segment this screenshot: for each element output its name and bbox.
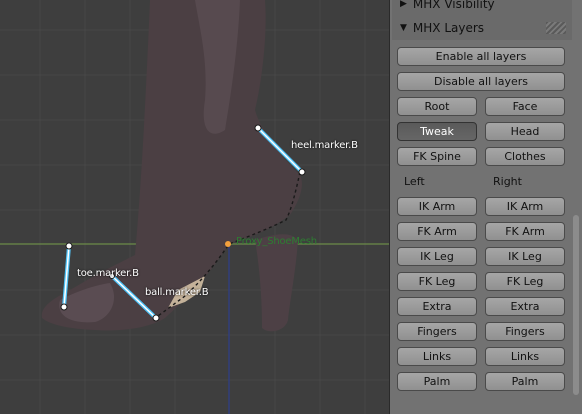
left-extra-button[interactable]: Extra	[397, 297, 477, 316]
heel-marker-label: heel.marker.B	[291, 140, 358, 151]
origin-dot	[225, 241, 231, 247]
left-links-button[interactable]: Links	[397, 347, 477, 366]
right-links-button[interactable]: Links	[485, 347, 565, 366]
properties-panel: ▶ MHX Visibility ▼ MHX Layers Enable all…	[389, 0, 582, 414]
left-ik-leg-button[interactable]: IK Leg	[397, 247, 477, 266]
heel-shape	[255, 234, 298, 332]
layer-root-button[interactable]: Root	[397, 97, 477, 116]
mesh-label: Proxy_ShoeMesh	[236, 236, 317, 247]
left-fk-leg-button[interactable]: FK Leg	[397, 272, 477, 291]
layer-face-button[interactable]: Face	[485, 97, 565, 116]
left-ik-arm-button[interactable]: IK Arm	[397, 197, 477, 216]
disable-all-layers-button[interactable]: Disable all layers	[397, 72, 565, 91]
right-ik-leg-button[interactable]: IK Leg	[485, 247, 565, 266]
layer-fk-spine-button[interactable]: FK Spine	[397, 147, 477, 166]
right-palm-button[interactable]: Palm	[485, 372, 565, 391]
toe-marker-label: toe.marker.B	[77, 268, 139, 279]
left-fk-arm-button[interactable]: FK Arm	[397, 222, 477, 241]
right-fingers-button[interactable]: Fingers	[485, 322, 565, 341]
collapsed-triangle-icon: ▶	[400, 0, 407, 9]
right-ik-arm-button[interactable]: IK Arm	[485, 197, 565, 216]
right-extra-button[interactable]: Extra	[485, 297, 565, 316]
layer-clothes-button[interactable]: Clothes	[485, 147, 565, 166]
viewport-canvas	[0, 0, 389, 414]
layer-tweak-button[interactable]: Tweak	[397, 122, 477, 141]
enable-all-layers-button[interactable]: Enable all layers	[397, 47, 565, 66]
mhx-layers-header[interactable]: ▼ MHX Layers	[392, 16, 572, 40]
mhx-visibility-header[interactable]: ▶ MHX Visibility	[392, 0, 572, 16]
panel-scrollbar[interactable]	[573, 215, 579, 395]
right-fk-leg-button[interactable]: FK Leg	[485, 272, 565, 291]
expanded-triangle-icon: ▼	[400, 23, 407, 33]
right-column-label: Right	[493, 175, 522, 188]
layer-head-button[interactable]: Head	[485, 122, 565, 141]
left-column-label: Left	[404, 175, 425, 188]
ball-marker-label: ball.marker.B	[145, 287, 209, 298]
3d-viewport[interactable]: heel.marker.B toe.marker.B ball.marker.B…	[0, 0, 389, 414]
left-fingers-button[interactable]: Fingers	[397, 322, 477, 341]
drag-grip-icon[interactable]	[546, 22, 566, 34]
right-fk-arm-button[interactable]: FK Arm	[485, 222, 565, 241]
left-palm-button[interactable]: Palm	[397, 372, 477, 391]
